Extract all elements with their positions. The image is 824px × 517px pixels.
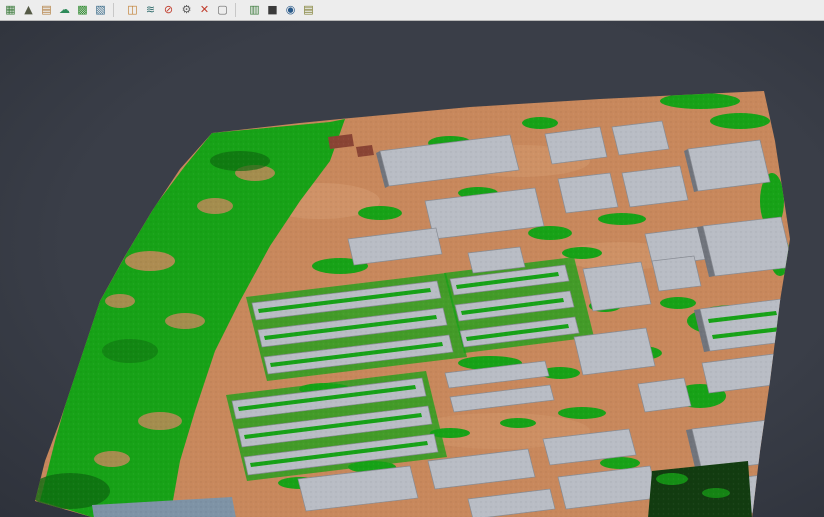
vegetation-icon[interactable]: ▩ xyxy=(74,1,91,19)
settings-icon[interactable]: ⚙ xyxy=(178,1,195,19)
raster-icon[interactable]: ▥ xyxy=(246,1,263,19)
no-entry-icon[interactable]: ⊘ xyxy=(160,1,177,19)
application-window: ▦ ▲ ▤ ☁ ▩ ▧ ◫ ≋ ⊘ ⚙ ✕ ▢ ▥ ■ ◉ ▤ xyxy=(0,0,824,517)
toolbar-separator xyxy=(113,3,121,17)
globe-icon[interactable]: ◉ xyxy=(282,1,299,19)
noise-overlay xyxy=(0,21,824,517)
solid-view-icon[interactable]: ■ xyxy=(264,1,281,19)
toolbar: ▦ ▲ ▤ ☁ ▩ ▧ ◫ ≋ ⊘ ⚙ ✕ ▢ ▥ ■ ◉ ▤ xyxy=(0,0,824,21)
viewport-3d[interactable] xyxy=(0,21,824,517)
terrain-icon[interactable]: ▲ xyxy=(20,1,37,19)
grid-icon[interactable]: ▦ xyxy=(2,1,19,19)
histogram-icon[interactable]: ▤ xyxy=(300,1,317,19)
scene-render xyxy=(0,21,824,517)
palette-icon[interactable]: ◫ xyxy=(124,1,141,19)
measure-icon[interactable]: ≋ xyxy=(142,1,159,19)
delete-icon[interactable]: ✕ xyxy=(196,1,213,19)
orthophoto-icon[interactable]: ▤ xyxy=(38,1,55,19)
select-area-icon[interactable]: ▢ xyxy=(214,1,231,19)
mesh-icon[interactable]: ▧ xyxy=(92,1,109,19)
toolbar-separator xyxy=(235,3,243,17)
point-cloud-icon[interactable]: ☁ xyxy=(56,1,73,19)
